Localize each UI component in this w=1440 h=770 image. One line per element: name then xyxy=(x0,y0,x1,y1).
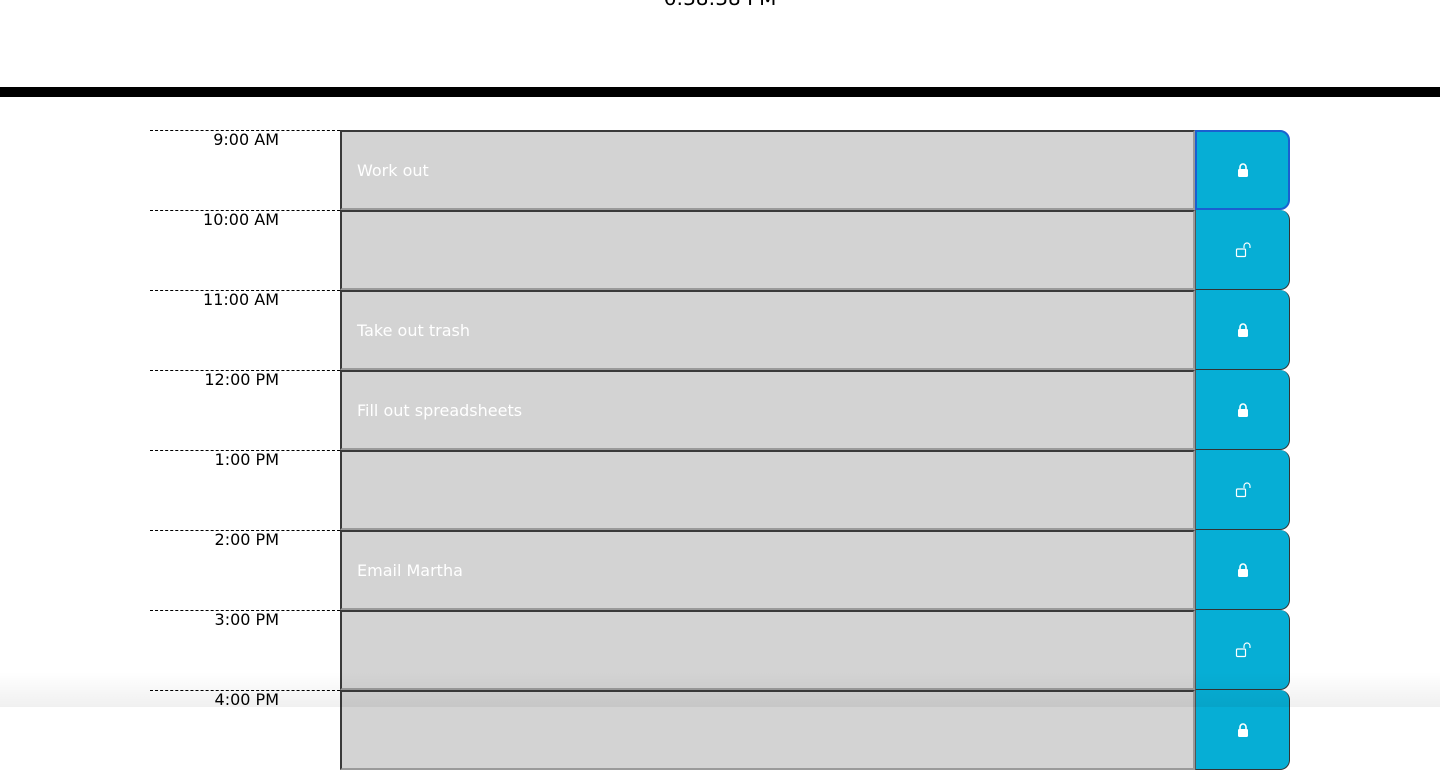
time-block-row: 1:00 PM xyxy=(150,450,1290,530)
unlock-icon xyxy=(1235,241,1251,257)
hour-label: 3:00 PM xyxy=(150,610,340,690)
time-block-row: 11:00 AM Take out trash xyxy=(150,290,1290,370)
lock-icon xyxy=(1237,322,1248,337)
hour-label: 11:00 AM xyxy=(150,290,340,370)
hour-label: 10:00 AM xyxy=(150,210,340,290)
save-button[interactable] xyxy=(1195,610,1290,690)
lock-icon xyxy=(1237,402,1248,417)
task-field[interactable]: Work out xyxy=(340,130,1195,210)
save-button[interactable] xyxy=(1195,530,1290,610)
save-button[interactable] xyxy=(1195,130,1290,210)
time-block-row: 2:00 PM Email Martha xyxy=(150,530,1290,610)
header-divider xyxy=(0,87,1440,97)
hour-label: 12:00 PM xyxy=(150,370,340,450)
task-field[interactable]: Fill out spreadsheets xyxy=(340,370,1195,450)
task-field[interactable] xyxy=(340,450,1195,530)
save-button[interactable] xyxy=(1195,450,1290,530)
hour-label: 9:00 AM xyxy=(150,130,340,210)
save-button[interactable] xyxy=(1195,370,1290,450)
hour-label: 4:00 PM xyxy=(150,690,340,770)
unlock-icon xyxy=(1235,641,1251,657)
lock-icon xyxy=(1237,722,1248,737)
task-field[interactable] xyxy=(340,690,1195,770)
task-field[interactable]: Take out trash xyxy=(340,290,1195,370)
task-field[interactable] xyxy=(340,610,1195,690)
day-planner: 9:00 AM Work out 10:00 AM 11:00 AM Take … xyxy=(150,130,1290,770)
task-field[interactable]: Email Martha xyxy=(340,530,1195,610)
lock-icon xyxy=(1237,163,1248,177)
current-time: 6:38:38 PM xyxy=(0,0,1440,10)
hour-label: 2:00 PM xyxy=(150,530,340,610)
hour-label: 1:00 PM xyxy=(150,450,340,530)
time-block-row: 4:00 PM xyxy=(150,690,1290,770)
time-block-row: 10:00 AM xyxy=(150,210,1290,290)
save-button[interactable] xyxy=(1195,210,1290,290)
task-field[interactable] xyxy=(340,210,1195,290)
save-button[interactable] xyxy=(1195,290,1290,370)
lock-icon xyxy=(1237,562,1248,577)
unlock-icon xyxy=(1235,481,1251,497)
time-block-row: 9:00 AM Work out xyxy=(150,130,1290,210)
save-button[interactable] xyxy=(1195,690,1290,770)
time-block-row: 12:00 PM Fill out spreadsheets xyxy=(150,370,1290,450)
time-block-row: 3:00 PM xyxy=(150,610,1290,690)
